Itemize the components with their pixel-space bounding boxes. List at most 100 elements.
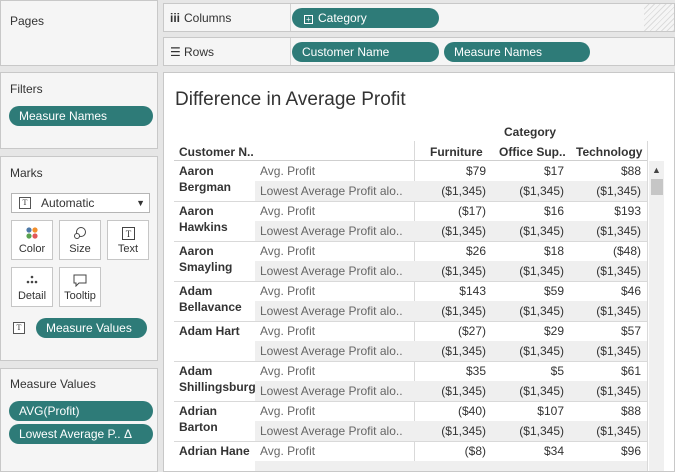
customer-name[interactable]: Aaron Smayling xyxy=(179,243,257,275)
table-cell[interactable]: ($1,345) xyxy=(416,384,486,398)
table-cell[interactable]: ($1,345) xyxy=(416,224,486,238)
table-cell[interactable]: $143 xyxy=(416,284,486,298)
table-cell[interactable]: $59 xyxy=(494,284,564,298)
table-cell[interactable]: ($1,345) xyxy=(416,264,486,278)
table-cell[interactable]: $18 xyxy=(494,244,564,258)
rows-pill-customer-name[interactable]: Customer Name xyxy=(292,42,439,62)
measure-name-label: Avg. Profit xyxy=(260,284,316,298)
measure-values-card: Measure Values AVG(Profit) Lowest Averag… xyxy=(0,368,158,472)
table-cell[interactable]: ($1,345) xyxy=(494,384,564,398)
header-separator xyxy=(174,160,647,161)
columns-shelf[interactable]: iii Columns + Category xyxy=(163,3,675,32)
category-pill-label: Category xyxy=(318,11,367,25)
columns-pill-category[interactable]: + Category xyxy=(292,8,439,28)
col-header-office-supplies[interactable]: Office Sup.. xyxy=(499,145,566,159)
col-header-furniture[interactable]: Furniture xyxy=(430,145,483,159)
table-cell[interactable]: $29 xyxy=(494,324,564,338)
text-icon: T xyxy=(108,225,148,241)
table-cell[interactable]: $5 xyxy=(494,364,564,378)
mark-type-dropdown[interactable]: T Automatic ▼ xyxy=(11,193,150,213)
color-button[interactable]: Color xyxy=(11,220,53,260)
table-cell[interactable]: $79 xyxy=(416,164,486,178)
measure-name-label: Lowest Average Profit alo.. xyxy=(260,224,403,238)
size-button[interactable]: Size xyxy=(59,220,101,260)
shelf-divider xyxy=(290,38,291,65)
table-cell[interactable]: ($1,345) xyxy=(571,224,641,238)
pages-card[interactable]: Pages xyxy=(0,0,158,66)
customer-name[interactable]: Adrian Hane xyxy=(179,443,257,459)
table-cell[interactable]: ($1,345) xyxy=(571,304,641,318)
table-cell[interactable]: ($1,345) xyxy=(494,224,564,238)
chevron-down-icon: ▼ xyxy=(136,198,145,208)
table-cell[interactable]: $16 xyxy=(494,204,564,218)
table-cell[interactable]: ($1,345) xyxy=(494,264,564,278)
table-cell[interactable]: ($1,345) xyxy=(494,304,564,318)
measure-name-label: Avg. Profit xyxy=(260,324,316,338)
table-cell[interactable]: $96 xyxy=(571,444,641,458)
table-cell[interactable]: ($1,345) xyxy=(416,344,486,358)
table-cell[interactable]: ($1,345) xyxy=(571,184,641,198)
customer-name[interactable]: Adam Shillingsburg xyxy=(179,363,257,395)
rows-pill-measure-names[interactable]: Measure Names xyxy=(444,42,590,62)
table-cell[interactable]: $88 xyxy=(571,164,641,178)
vertical-scrollbar[interactable]: ▲ xyxy=(649,161,664,471)
tooltip-label: Tooltip xyxy=(64,290,96,302)
table-cell[interactable]: $34 xyxy=(494,444,564,458)
customer-name[interactable]: Adam Bellavance xyxy=(179,283,257,315)
table-cell[interactable]: $107 xyxy=(494,404,564,418)
measure-name-label: Lowest Average Profit alo.. xyxy=(260,424,403,438)
size-icon xyxy=(60,225,100,241)
tooltip-button[interactable]: Tooltip xyxy=(59,267,101,307)
scroll-thumb[interactable] xyxy=(651,179,663,195)
table-cell[interactable]: $26 xyxy=(416,244,486,258)
table-cell[interactable]: ($17) xyxy=(416,204,486,218)
view-canvas[interactable]: Difference in Average Profit Category Cu… xyxy=(163,72,675,472)
table-cell[interactable]: ($1,345) xyxy=(494,184,564,198)
table-cell[interactable]: ($1,345) xyxy=(416,184,486,198)
table-cell[interactable]: ($1,345) xyxy=(416,424,486,438)
table-cell[interactable]: ($27) xyxy=(416,324,486,338)
measure-name-label: Lowest Average Profit alo.. xyxy=(260,264,403,278)
table-cell[interactable]: ($1,345) xyxy=(416,304,486,318)
size-label: Size xyxy=(69,243,91,255)
table-cell[interactable]: ($1,345) xyxy=(571,344,641,358)
customer-name[interactable]: Adrian Barton xyxy=(179,403,257,435)
pill-lowest-average-profit[interactable]: Lowest Average P.. Δ xyxy=(9,424,153,444)
table-cell[interactable]: $35 xyxy=(416,364,486,378)
scroll-up-icon[interactable]: ▲ xyxy=(649,165,664,175)
table-cell[interactable]: $17 xyxy=(494,164,564,178)
col-header-technology[interactable]: Technology xyxy=(576,145,642,159)
table-cell[interactable]: ($8) xyxy=(416,444,486,458)
row-separator xyxy=(174,361,647,362)
measure-name-label: Avg. Profit xyxy=(260,404,316,418)
customer-name-header[interactable]: Customer N.. xyxy=(179,145,254,159)
table-cell[interactable]: ($40) xyxy=(416,404,486,418)
table-cell[interactable]: ($1,345) xyxy=(571,384,641,398)
filters-card[interactable]: Filters Measure Names xyxy=(0,72,158,149)
tooltip-icon xyxy=(60,272,100,288)
color-label: Color xyxy=(18,243,46,255)
table-cell[interactable]: ($48) xyxy=(571,244,641,258)
mark-type-value: Automatic xyxy=(41,196,95,210)
measure-name-label: Lowest Average Profit alo.. xyxy=(260,304,403,318)
table-cell[interactable]: ($1,345) xyxy=(571,264,641,278)
customer-name[interactable]: Aaron Bergman xyxy=(179,163,257,195)
table-cell[interactable]: $61 xyxy=(571,364,641,378)
measure-name-label: Avg. Profit xyxy=(260,164,316,178)
table-cell[interactable]: ($1,345) xyxy=(494,424,564,438)
table-cell[interactable]: ($1,345) xyxy=(494,344,564,358)
table-cell[interactable]: $46 xyxy=(571,284,641,298)
rows-shelf[interactable]: ☰ Rows Customer Name Measure Names xyxy=(163,37,675,66)
customer-name[interactable]: Adam Hart xyxy=(179,323,257,339)
table-cell[interactable]: $88 xyxy=(571,404,641,418)
text-pill-measure-values[interactable]: Measure Values xyxy=(36,318,147,338)
pill-avg-profit[interactable]: AVG(Profit) xyxy=(9,401,153,421)
customer-name[interactable]: Aaron Hawkins xyxy=(179,203,257,235)
table-cell[interactable]: $57 xyxy=(571,324,641,338)
table-cell[interactable]: ($1,345) xyxy=(571,424,641,438)
text-button[interactable]: T Text xyxy=(107,220,149,260)
filter-pill-measure-names[interactable]: Measure Names xyxy=(9,106,153,126)
detail-button[interactable]: Detail xyxy=(11,267,53,307)
table-cell[interactable]: $193 xyxy=(571,204,641,218)
pane-right-border xyxy=(647,141,648,471)
